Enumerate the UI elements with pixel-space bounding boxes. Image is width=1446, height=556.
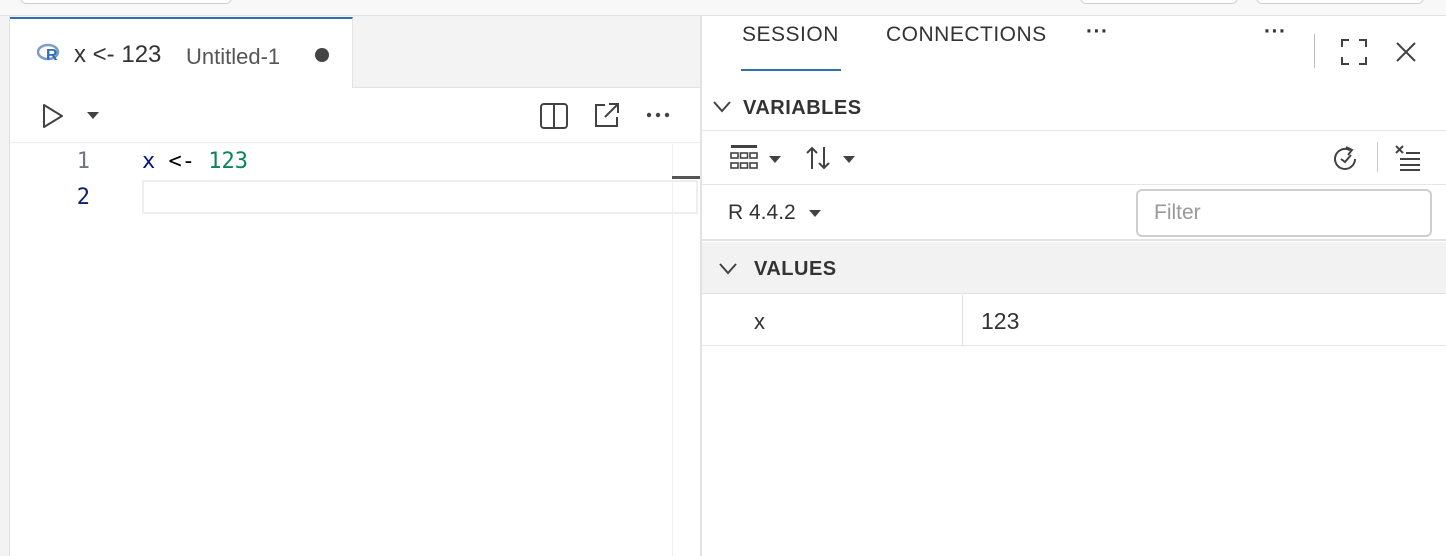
- line-number: 1: [76, 149, 90, 174]
- filter-input[interactable]: [1136, 189, 1432, 237]
- chevron-down-icon[interactable]: [768, 154, 782, 164]
- variable-value: 123: [981, 308, 1020, 334]
- sort-icon[interactable]: [804, 144, 832, 172]
- top-control-middle[interactable]: [1080, 0, 1238, 4]
- session-selector[interactable]: R 4.4.2: [728, 201, 822, 225]
- editor-tab-untitled-1[interactable]: R x <- 123 Untitled-1: [10, 17, 353, 88]
- variables-section-header[interactable]: VARIABLES: [702, 86, 1446, 131]
- session-label: R 4.4.2: [728, 201, 796, 224]
- variables-toolbar: [702, 132, 1446, 185]
- toolbar-separator: [1314, 34, 1315, 68]
- code-token-identifier: x: [142, 149, 156, 174]
- refresh-icon[interactable]: [1330, 144, 1360, 174]
- clear-all-icon[interactable]: [1394, 144, 1422, 172]
- editor-toolbar: [10, 89, 700, 143]
- unsaved-indicator-icon[interactable]: [315, 48, 329, 62]
- variable-name: x: [754, 309, 765, 334]
- variable-row[interactable]: [702, 295, 1446, 346]
- panel-more-actions-icon[interactable]: ···: [1264, 20, 1286, 44]
- line-number: 2: [76, 185, 90, 210]
- chevron-down-icon: [808, 208, 822, 218]
- code-token-number: 123: [208, 149, 248, 174]
- values-group-header[interactable]: VALUES: [702, 242, 1446, 294]
- tab-connections[interactable]: CONNECTIONS: [886, 23, 1047, 47]
- current-line-highlight: [142, 180, 698, 214]
- code-line[interactable]: x <- 123: [142, 149, 248, 174]
- more-actions-icon[interactable]: [646, 111, 670, 119]
- code-token-operator: <-: [155, 149, 209, 174]
- open-in-new-window-icon[interactable]: [592, 100, 622, 130]
- tab-title: x <- 123: [74, 41, 162, 68]
- title-bar: [0, 0, 1446, 16]
- activity-bar-edge: [0, 16, 10, 556]
- maximize-panel-icon[interactable]: [1340, 38, 1368, 66]
- svg-text:R: R: [46, 47, 58, 63]
- chevron-down-icon: [712, 100, 732, 114]
- variables-title: VARIABLES: [743, 97, 862, 119]
- top-control-right[interactable]: [1256, 0, 1424, 4]
- split-editor-icon[interactable]: [539, 101, 569, 131]
- scrollbar-marker[interactable]: [672, 176, 700, 179]
- tab-description: Untitled-1: [186, 44, 281, 69]
- grouping-grid-icon[interactable]: [729, 143, 759, 173]
- panel-tabs-overflow-icon[interactable]: ···: [1086, 20, 1108, 44]
- top-control-left[interactable]: [20, 0, 232, 4]
- values-group-title: VALUES: [754, 258, 837, 280]
- chevron-down-icon: [718, 262, 738, 276]
- tab-session[interactable]: SESSION: [742, 23, 839, 47]
- active-tab-indicator: [741, 69, 841, 71]
- column-separator[interactable]: [962, 295, 963, 346]
- chevron-down-icon[interactable]: [86, 110, 100, 120]
- toolbar-separator: [1377, 142, 1378, 172]
- r-logo-icon: R: [37, 43, 61, 63]
- close-panel-icon[interactable]: [1394, 40, 1418, 64]
- chevron-down-icon[interactable]: [842, 154, 856, 164]
- run-icon[interactable]: [40, 102, 66, 130]
